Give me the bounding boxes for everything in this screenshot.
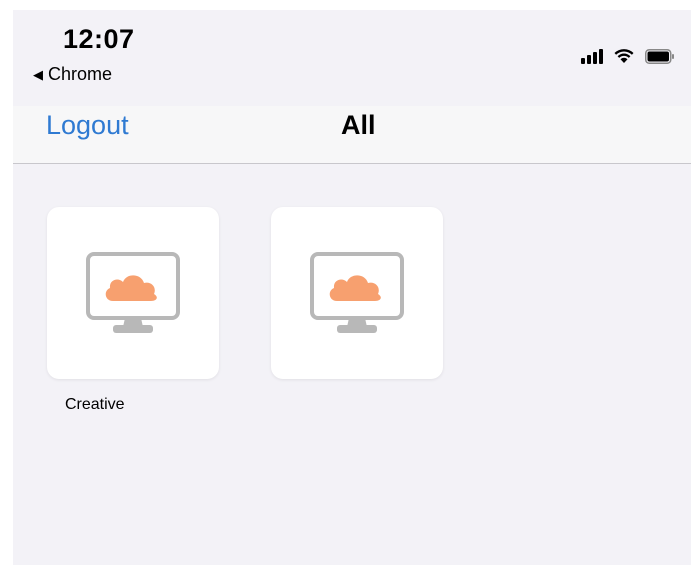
monitor-cloud-icon: [86, 252, 180, 333]
navigation-bar: Logout All: [13, 106, 691, 164]
back-app-label: Chrome: [48, 64, 113, 84]
status-icons: [581, 48, 675, 64]
battery-icon: [645, 49, 675, 64]
status-bar: 12:07 ◀ Chrome: [13, 10, 691, 84]
monitor-cloud-icon: [310, 252, 404, 333]
app-tile-label: Creative: [65, 396, 125, 413]
signal-icon: [581, 49, 603, 64]
app-screen: 12:07 ◀ Chrome Logout All Creative: [13, 10, 691, 565]
back-to-app-link[interactable]: ◀ Chrome: [33, 64, 112, 85]
status-time: 12:07: [63, 24, 135, 54]
wifi-icon: [613, 48, 635, 64]
app-tile-creative[interactable]: [47, 207, 219, 379]
app-tile-2[interactable]: [271, 207, 443, 379]
back-triangle-icon: ◀: [33, 66, 43, 82]
page-title: All: [341, 110, 376, 140]
logout-button[interactable]: Logout: [46, 110, 129, 141]
